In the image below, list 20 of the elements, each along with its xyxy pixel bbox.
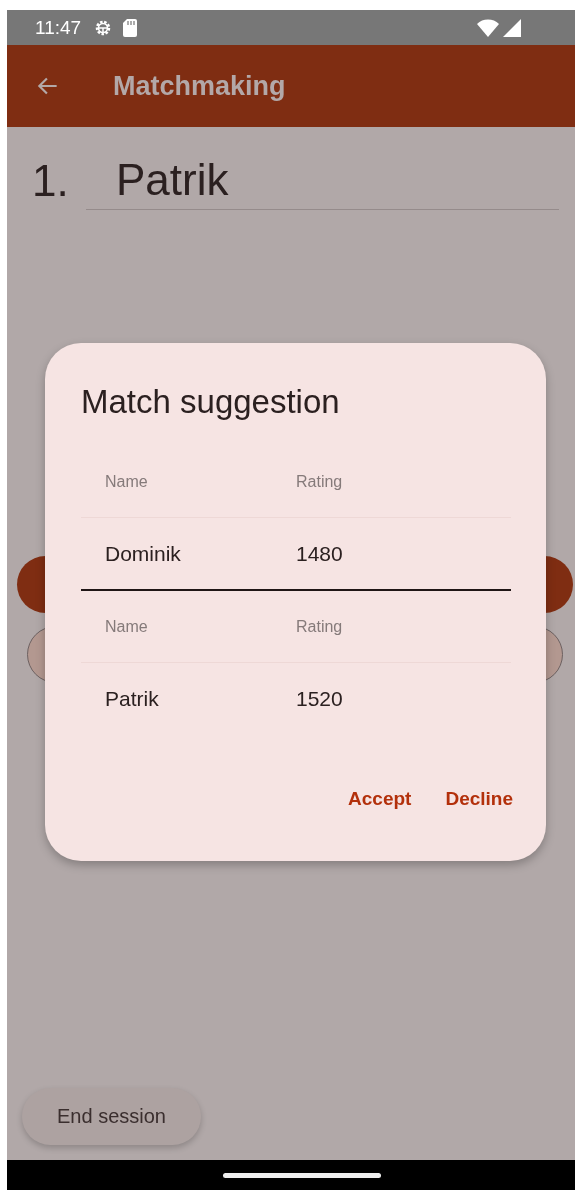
table-cell-text: Dominik (104, 541, 182, 566)
column-header: Name (104, 472, 149, 491)
column-header: Rating (295, 472, 343, 491)
sd-card-icon (123, 18, 138, 37)
home-handle[interactable] (223, 1172, 381, 1178)
table-cell-text: 1520 (295, 686, 343, 711)
status-time: 11:47 (35, 16, 82, 39)
app-title: Matchmaking (113, 70, 286, 102)
end-session-button[interactable]: End session (22, 1088, 201, 1145)
table-cell-text: 1480 (295, 541, 343, 566)
wifi-icon (477, 18, 499, 37)
dialog-action-button[interactable]: Accept (338, 780, 422, 818)
signal-icon (503, 18, 521, 37)
column-header: Rating (295, 617, 343, 636)
dialog-action-button[interactable]: Decline (435, 780, 523, 818)
player-number: 1. (32, 156, 70, 207)
dialog-title: Match suggestion (81, 383, 341, 421)
column-header: Name (104, 617, 149, 636)
table-cell-text: Patrik (104, 686, 160, 711)
player-name-field[interactable]: Patrik (86, 155, 559, 210)
